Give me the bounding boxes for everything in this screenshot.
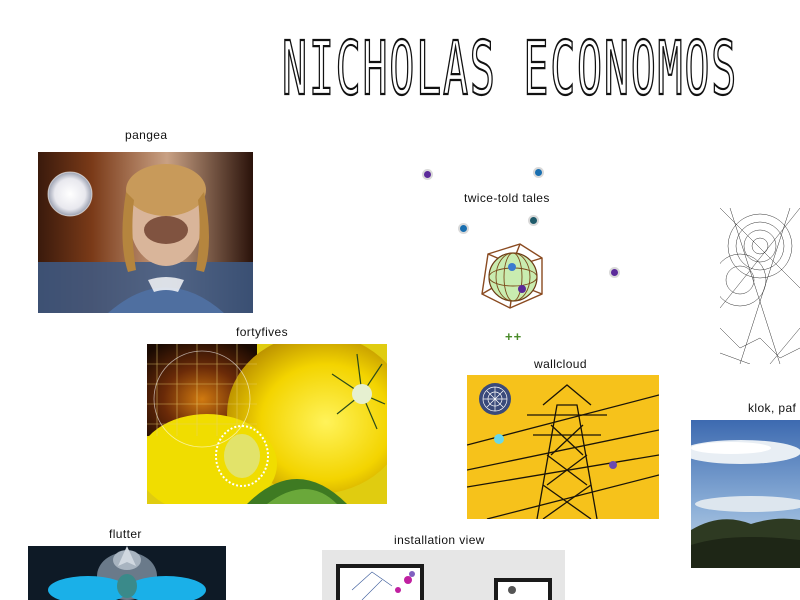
- installation-view-thumbnail[interactable]: [322, 550, 565, 600]
- site-title-text: NICHOLAS ECONOMOS: [282, 26, 738, 106]
- fortyfives-label[interactable]: fortyfives: [236, 325, 288, 339]
- fortyfives-thumbnail[interactable]: [147, 344, 387, 504]
- flutter-thumbnail[interactable]: [28, 546, 226, 600]
- flutter-label[interactable]: flutter: [109, 527, 142, 541]
- twice-told-tales-label[interactable]: twice-told tales: [464, 191, 550, 205]
- twice-told-tales-globe[interactable]: [476, 240, 548, 312]
- wallcloud-thumbnail[interactable]: [467, 375, 659, 519]
- twice-told-tales-more-link[interactable]: ++: [505, 329, 522, 344]
- pangea-thumbnail[interactable]: [38, 152, 253, 313]
- tale-dot[interactable]: [458, 223, 469, 234]
- pangea-label[interactable]: pangea: [125, 128, 167, 142]
- tale-dot[interactable]: [528, 215, 539, 226]
- tale-dot[interactable]: [533, 167, 544, 178]
- site-title: NICHOLAS ECONOMOS: [281, 22, 742, 113]
- wireframe-thumbnail[interactable]: [720, 208, 800, 364]
- installation-view-label[interactable]: installation view: [394, 533, 485, 547]
- tale-dot[interactable]: [422, 169, 433, 180]
- klok-thumbnail[interactable]: [691, 420, 800, 568]
- wallcloud-label[interactable]: wallcloud: [534, 357, 587, 371]
- tale-dot[interactable]: [609, 267, 620, 278]
- klok-label[interactable]: klok, paf: [748, 401, 796, 415]
